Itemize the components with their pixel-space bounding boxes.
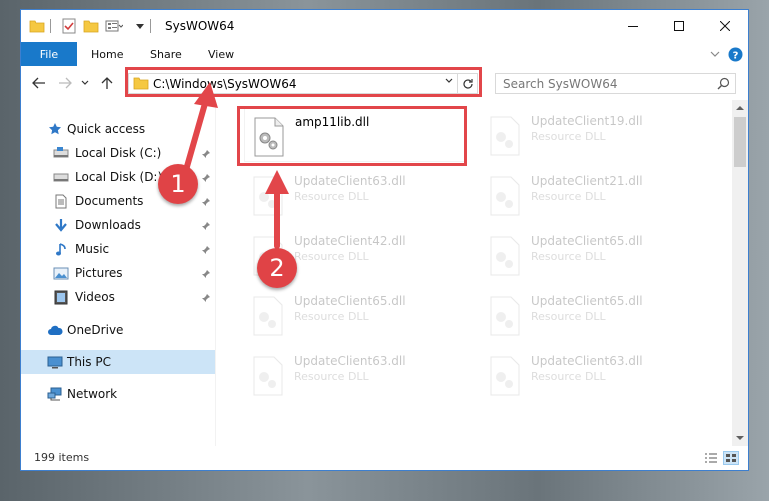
step-2-badge: 2 [257,248,297,288]
annotation-arrows [183,82,289,249]
step-1-badge: 1 [158,164,198,204]
